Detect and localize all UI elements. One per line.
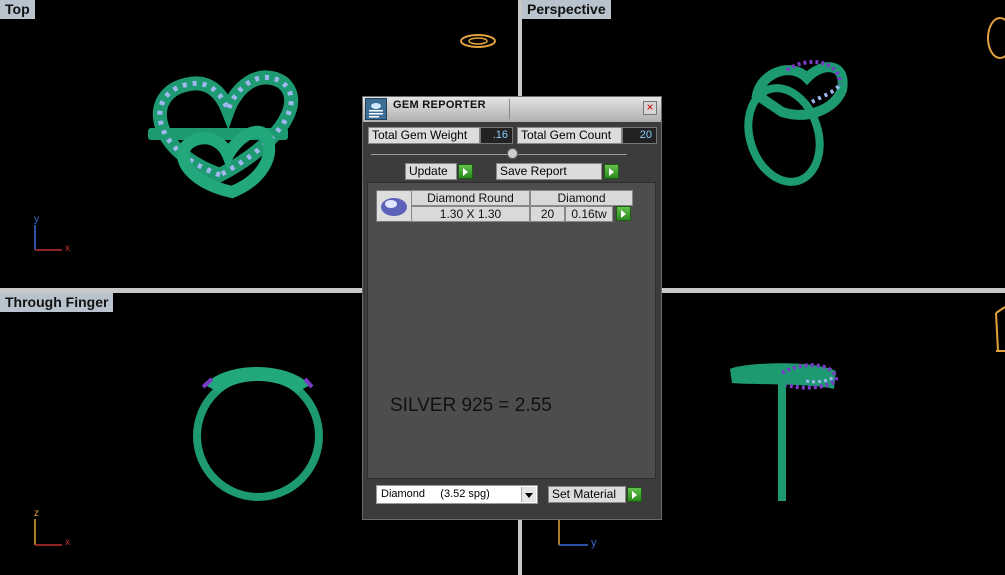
axis-label-y: y [34, 214, 39, 225]
total-gem-weight-value: .16 [480, 127, 513, 144]
axis-label-x: x [65, 243, 70, 254]
dialog-title: GEM REPORTER [393, 99, 486, 111]
set-material-go-icon[interactable] [627, 487, 642, 502]
update-button[interactable]: Update [405, 163, 457, 180]
total-gem-count-value: 20 [622, 127, 657, 144]
gem-count-cell: 20 [530, 206, 565, 222]
material-select[interactable]: Diamond (3.52 spg) [376, 485, 538, 504]
gem-shape-header: Diamond Round [411, 190, 530, 206]
save-report-go-icon[interactable] [604, 164, 619, 179]
panel-resize-track [371, 154, 627, 155]
set-material-button[interactable]: Set Material [548, 486, 626, 503]
update-go-icon[interactable] [458, 164, 473, 179]
axis-label-z: z [34, 508, 39, 519]
gem-size-cell: 1.30 X 1.30 [411, 206, 530, 222]
total-gem-count-label: Total Gem Count [517, 127, 622, 144]
axis-label-y: y [591, 537, 597, 549]
gem-reporter-dialog: GEM REPORTER × Total Gem Weight .16 Tota… [362, 96, 662, 520]
material-select-value: Diamond (3.52 spg) [381, 488, 490, 500]
dialog-titlebar[interactable]: GEM REPORTER × [363, 97, 661, 122]
panel-resize-handle[interactable] [507, 148, 518, 159]
diamond-round-icon[interactable] [376, 190, 412, 222]
gem-row-go-icon[interactable] [616, 206, 631, 221]
material-weight-note: SILVER 925 = 2.55 [390, 395, 552, 416]
viewport-label-through-finger[interactable]: Through Finger [0, 293, 114, 312]
viewport-label-perspective[interactable]: Perspective [522, 0, 611, 19]
gem-type-header: Diamond [530, 190, 633, 206]
total-gem-weight-label: Total Gem Weight [368, 127, 480, 144]
close-icon[interactable]: × [643, 101, 657, 115]
gem-weight-cell: 0.16tw [565, 206, 613, 222]
gem-list-panel: Diamond Round Diamond 1.30 X 1.30 20 0.1… [367, 182, 656, 479]
gem-reporter-app-icon [365, 98, 387, 120]
save-report-button[interactable]: Save Report [496, 163, 602, 180]
viewport-label-top[interactable]: Top [0, 0, 35, 19]
title-divider [509, 99, 510, 119]
axis-label-x: x [65, 537, 70, 548]
chevron-down-icon[interactable] [521, 487, 536, 502]
